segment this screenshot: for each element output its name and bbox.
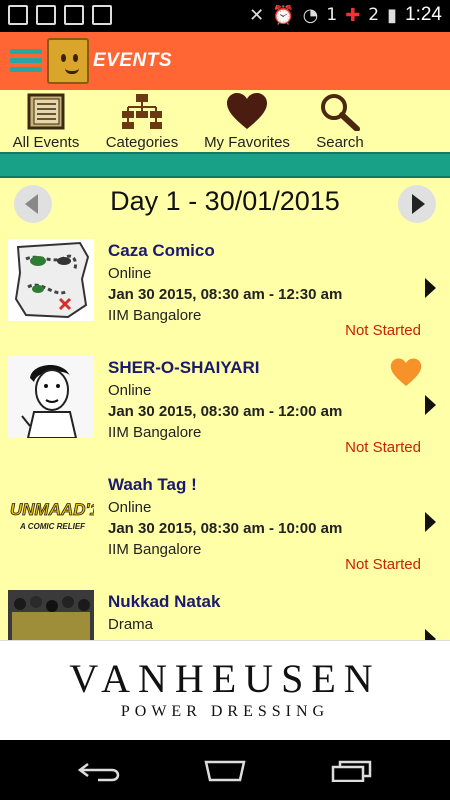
tab-categories-label: Categories [105, 134, 179, 151]
battery-icon: ▮ [387, 4, 398, 26]
event-list-panel: Day 1 - 30/01/2015 Caza Comico Online Ja… [0, 178, 450, 640]
tab-indicator-bar [0, 152, 450, 178]
event-title: Waah Tag ! [108, 475, 197, 494]
ad-brand: VANHEUSEN [69, 656, 381, 701]
event-title: Nukkad Natak [108, 592, 221, 611]
event-venue: IIM Bangalore [108, 541, 202, 558]
back-icon[interactable] [78, 760, 122, 782]
event-title: Caza Comico [108, 241, 215, 260]
event-time: Jan 30 2015, 08:30 am - 12:30 am [108, 286, 343, 303]
event-item-waah-tag[interactable]: UNMAAD'15 A COMIC RELIEF Waah Tag ! Onli… [0, 473, 450, 590]
sim1-signal: 1 [326, 5, 338, 25]
unmaad-logo-image: UNMAAD'15 A COMIC RELIEF [10, 500, 94, 531]
unmaad-logo-text: UNMAAD'15 [10, 500, 94, 519]
unmaad-logo-subtext: A COMIC RELIEF [19, 522, 86, 531]
event-item-sher-o-shaiyari[interactable]: SHER-O-SHAIYARI Online Jan 30 2015, 08:3… [0, 356, 450, 473]
magnifier-icon [321, 94, 360, 131]
ad-tagline: POWER DRESSING [120, 703, 330, 720]
event-venue: IIM Bangalore [108, 307, 202, 324]
tab-categories[interactable]: Categories [101, 90, 183, 152]
crowd-photo-image [8, 590, 94, 640]
event-thumbnail-unmaad-logo: UNMAAD'15 A COMIC RELIEF [8, 473, 94, 555]
caricature-image [8, 356, 94, 438]
clock: 1:24 [405, 4, 442, 25]
event-item-caza-comico[interactable]: Caza Comico Online Jan 30 2015, 08:30 am… [0, 239, 450, 356]
day-title: Day 1 - 30/01/2015 [110, 186, 340, 216]
chevron-right-icon[interactable] [425, 512, 436, 532]
tab-bar: All Events Categories My Favorites Searc… [0, 90, 450, 152]
vine-notification-icon [92, 5, 112, 25]
app-logo [47, 38, 89, 84]
event-status: Not Started [345, 556, 421, 573]
event-category: Online [108, 499, 152, 516]
hierarchy-icon [122, 94, 162, 129]
book-icon [27, 93, 65, 130]
chevron-right-icon[interactable] [425, 278, 436, 298]
event-time: Jan 30 2015, 08:30 am - 12:00 am [108, 403, 343, 420]
barcode-notification-icon [36, 5, 56, 25]
mute-icon: ✕ [249, 4, 265, 26]
event-venue: IIM Bangalore [108, 424, 202, 441]
favorite-heart-icon[interactable] [390, 358, 422, 388]
swiss-flag-icon: ✚ [345, 4, 361, 26]
app-title: EVENTS [93, 50, 173, 71]
event-category: Drama [108, 616, 154, 633]
wifi-icon: ◔ [302, 4, 319, 26]
day-header: Day 1 - 30/01/2015 [0, 178, 450, 230]
tab-all-events[interactable]: All Events [8, 90, 84, 152]
system-navigation-bar [0, 740, 450, 800]
tab-search-label: Search [316, 134, 364, 151]
heart-icon [227, 93, 267, 129]
event-category: Online [108, 265, 152, 282]
event-thumbnail-map [8, 239, 94, 321]
menu-icon[interactable] [10, 49, 42, 73]
recent-apps-icon[interactable] [330, 760, 374, 782]
status-bar: ✕ ⏰ ◔ 1 ✚ 2 ▮ 1:24 [0, 0, 450, 32]
chevron-right-icon [412, 194, 425, 214]
event-thumbnail-crowd-photo [8, 590, 94, 640]
event-time: Jan 30 2015, 08:30 am - 10:00 am [108, 520, 343, 537]
tab-my-favorites-label: My Favorites [204, 134, 290, 151]
tab-all-events-label: All Events [12, 134, 80, 151]
ad-banner[interactable]: VANHEUSEN POWER DRESSING [0, 640, 450, 740]
sim2-signal: 2 [368, 5, 380, 25]
next-day-button[interactable] [398, 185, 436, 223]
chevron-right-icon[interactable] [425, 629, 436, 640]
tab-search[interactable]: Search [312, 90, 368, 152]
treasure-map-image [8, 239, 94, 321]
event-item-nukkad-natak[interactable]: Nukkad Natak Drama [0, 590, 450, 640]
gallery-notification-icon [8, 5, 28, 25]
event-status: Not Started [345, 439, 421, 456]
tab-my-favorites[interactable]: My Favorites [200, 90, 294, 152]
home-icon[interactable] [202, 760, 248, 782]
event-title: SHER-O-SHAIYARI [108, 358, 260, 377]
event-thumbnail-caricature [8, 356, 94, 438]
app-bar: EVENTS [0, 32, 450, 90]
chevron-right-icon[interactable] [425, 395, 436, 415]
app-notification-icon [64, 5, 84, 25]
event-status: Not Started [345, 322, 421, 339]
alarm-icon: ⏰ [272, 4, 295, 26]
event-category: Online [108, 382, 152, 399]
